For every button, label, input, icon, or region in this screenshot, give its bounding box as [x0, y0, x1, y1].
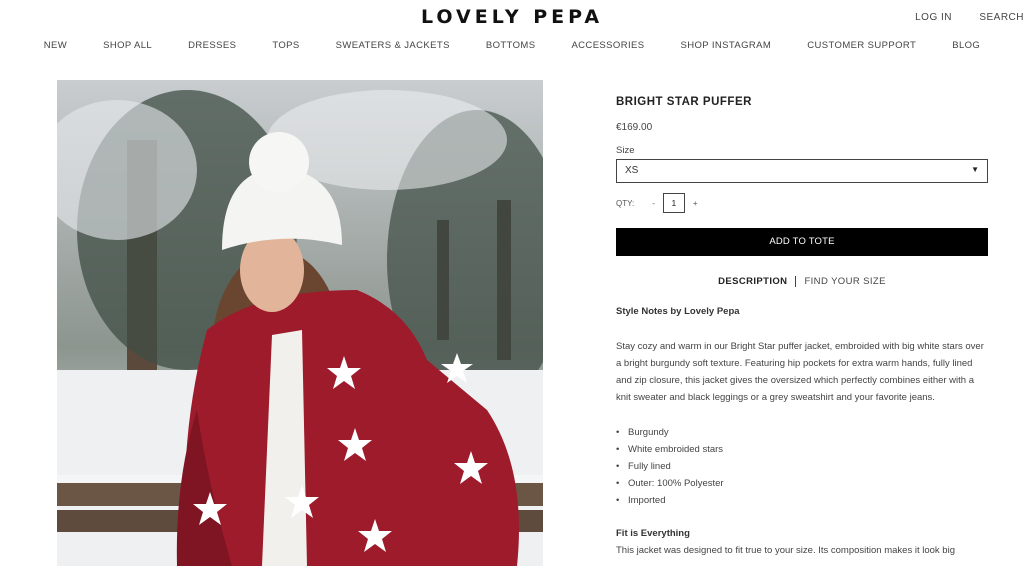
product-tabs: DESCRIPTION FIND YOUR SIZE	[616, 276, 988, 287]
list-item: White embroided stars	[616, 441, 988, 458]
nav-item-sweaters-jackets[interactable]: SWEATERS & JACKETS	[336, 40, 450, 51]
list-item: Imported	[616, 492, 988, 509]
style-notes-heading: Style Notes by Lovely Pepa	[616, 306, 740, 317]
dropdown-arrow-icon: ▼	[971, 165, 979, 174]
product-title: BRIGHT STAR PUFFER	[616, 96, 752, 108]
list-item: Burgundy	[616, 424, 988, 441]
nav-item-tops[interactable]: TOPS	[272, 40, 299, 51]
feature-list: Burgundy White embroided stars Fully lin…	[616, 424, 988, 509]
product-description: Style Notes by Lovely Pepa Stay cozy and…	[616, 303, 988, 559]
nav-item-dresses[interactable]: DRESSES	[188, 40, 236, 51]
nav-item-accessories[interactable]: ACCESSORIES	[571, 40, 644, 51]
nav-item-shop-instagram[interactable]: SHOP INSTAGRAM	[680, 40, 771, 51]
brand-logo[interactable]: LOVELY PEPA	[0, 6, 1024, 28]
product-image[interactable]	[57, 80, 543, 566]
qty-label: QTY:	[616, 198, 635, 208]
size-select-value: XS	[625, 165, 639, 176]
account-links: LOG IN SEARCH	[891, 12, 1024, 23]
add-to-tote-button[interactable]: ADD TO TOTE	[616, 228, 988, 256]
qty-minus-button[interactable]: -	[652, 199, 655, 208]
list-item: Outer: 100% Polyester	[616, 475, 988, 492]
size-select[interactable]: XS ▼	[616, 159, 988, 183]
qty-plus-button[interactable]: +	[693, 199, 698, 208]
product-info: BRIGHT STAR PUFFER €169.00 Size XS ▼ QTY…	[616, 96, 988, 559]
nav-item-new[interactable]: NEW	[44, 40, 67, 51]
quantity-row: QTY: - 1 +	[616, 193, 988, 213]
nav-item-shop-all[interactable]: SHOP ALL	[103, 40, 152, 51]
login-link[interactable]: LOG IN	[915, 12, 952, 23]
qty-input[interactable]: 1	[662, 193, 685, 213]
size-label: Size	[616, 145, 635, 156]
nav-item-customer-support[interactable]: CUSTOMER SUPPORT	[807, 40, 916, 51]
tab-description[interactable]: DESCRIPTION	[718, 276, 797, 287]
nav-item-bottoms[interactable]: BOTTOMS	[486, 40, 536, 51]
product-price: €169.00	[616, 122, 653, 133]
fit-body: This jacket was designed to fit true to …	[616, 545, 955, 556]
nav-item-blog[interactable]: BLOG	[952, 40, 980, 51]
fit-heading: Fit is Everything	[616, 528, 690, 539]
main-nav: NEW SHOP ALL DRESSES TOPS SWEATERS & JAC…	[0, 40, 1024, 51]
search-link[interactable]: SEARCH	[979, 12, 1024, 23]
style-notes-body: Stay cozy and warm in our Bright Star pu…	[616, 341, 984, 403]
tab-find-your-size[interactable]: FIND YOUR SIZE	[796, 276, 885, 287]
list-item: Fully lined	[616, 458, 988, 475]
